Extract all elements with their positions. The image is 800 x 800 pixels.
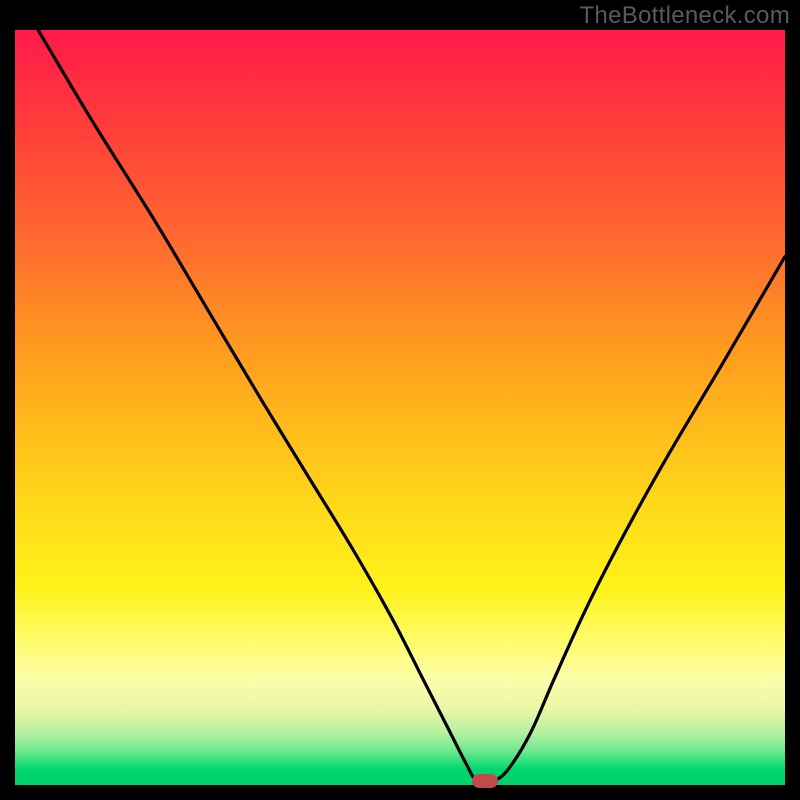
bottleneck-curve: [15, 30, 785, 785]
plot-area: [15, 30, 785, 785]
bottleneck-curve-path: [38, 30, 785, 783]
watermark-text: TheBottleneck.com: [579, 2, 790, 30]
chart-frame: TheBottleneck.com: [0, 0, 800, 800]
optimal-point-marker: [472, 774, 498, 788]
